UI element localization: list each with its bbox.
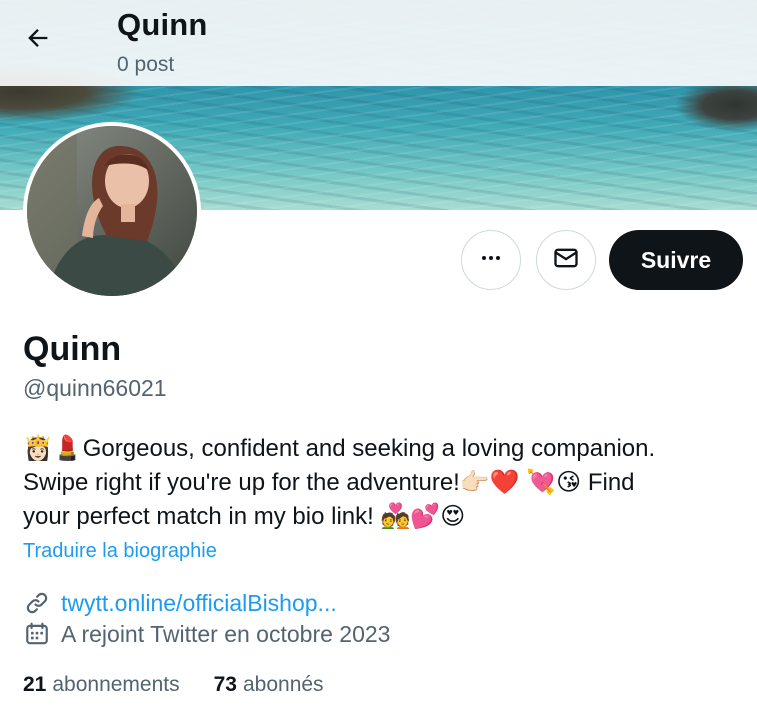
following-link[interactable]: 21 abonnements <box>23 673 180 697</box>
back-button[interactable] <box>16 20 60 60</box>
profile-display-name: Quinn <box>23 330 122 368</box>
profile-joined-row: A rejoint Twitter en octobre 2023 <box>23 620 390 648</box>
profile-joined-date: A rejoint Twitter en octobre 2023 <box>61 620 391 647</box>
profile-header-bar: Quinn 0 post <box>0 0 757 86</box>
calendar-icon <box>23 620 51 648</box>
avatar[interactable] <box>23 122 201 300</box>
more-button[interactable] <box>461 230 521 290</box>
followers-link[interactable]: 73 abonnés <box>214 673 324 697</box>
more-dots-icon <box>479 246 503 275</box>
profile-bio: 👸🏻💄Gorgeous, confident and seeking a lov… <box>23 435 656 530</box>
followers-count: 73 <box>213 673 237 696</box>
following-label: abonnements <box>52 673 180 696</box>
envelope-icon <box>552 244 580 277</box>
link-icon <box>23 589 51 617</box>
follow-button[interactable]: Suivre <box>609 230 743 290</box>
arrow-left-icon <box>24 24 52 57</box>
profile-handle: @quinn66021 <box>23 375 167 401</box>
header-post-count: 0 post <box>117 53 175 76</box>
profile-website-link[interactable]: twytt.online/officialBishop... <box>61 590 337 617</box>
translate-bio-link[interactable]: Traduire la biographie <box>23 540 217 563</box>
header-title: Quinn <box>117 7 208 42</box>
followers-label: abonnés <box>242 673 324 696</box>
message-button[interactable] <box>536 230 596 290</box>
profile-website-row: twytt.online/officialBishop... <box>23 589 337 617</box>
following-count: 21 <box>23 673 47 696</box>
follow-stats: 21 abonnements 73 abonnés <box>23 673 358 697</box>
